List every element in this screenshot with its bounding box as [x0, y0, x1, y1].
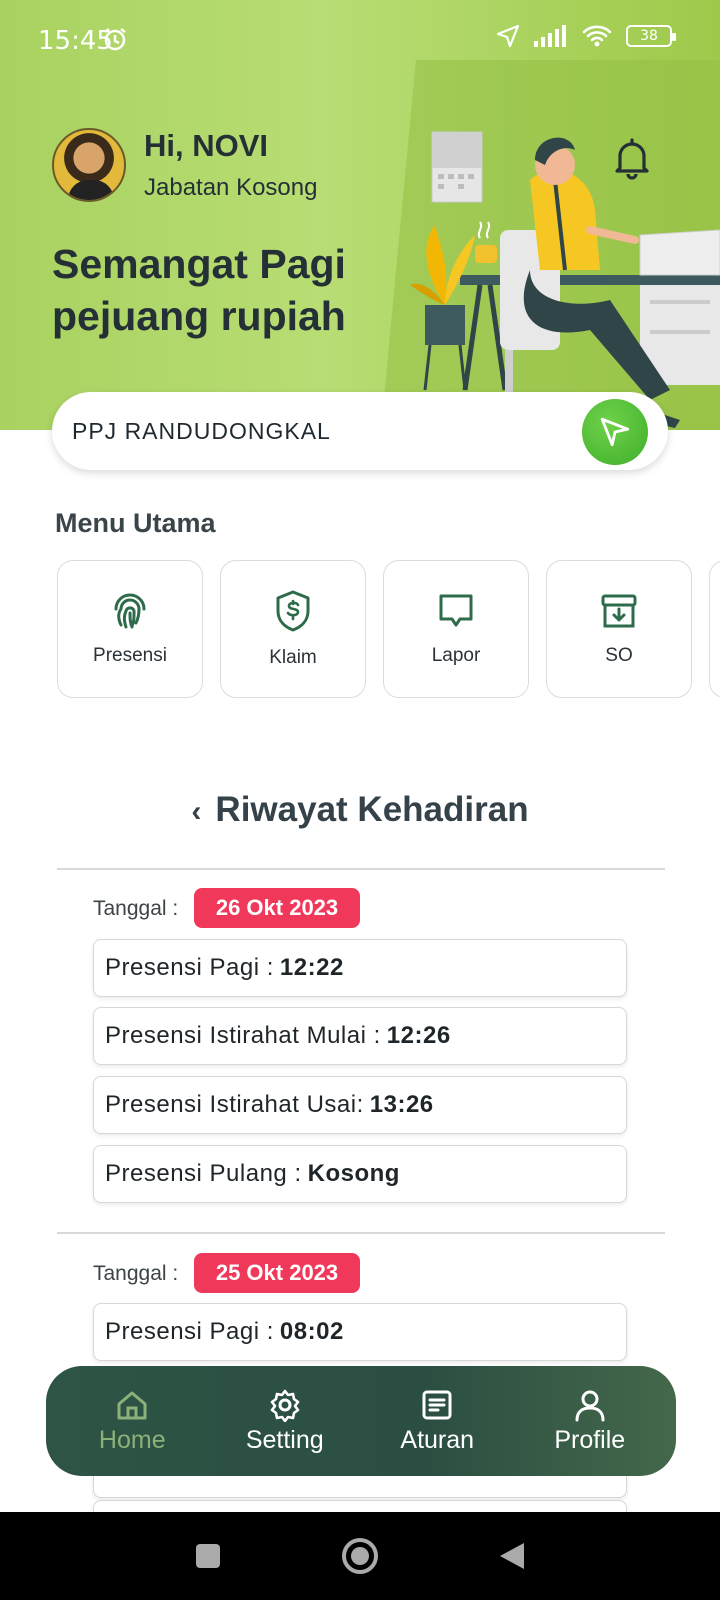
entry-label: Presensi Pulang : — [105, 1160, 302, 1187]
chevron-left-icon[interactable]: ‹ — [191, 795, 201, 829]
main-menu: Presensi Klaim Lapor SO — [57, 560, 720, 698]
attendance-entry: Presensi Pulang : Kosong — [93, 1145, 627, 1203]
entry-value: 12:26 — [386, 1022, 451, 1049]
home-icon — [117, 1391, 147, 1419]
menu-item-label: SO — [605, 645, 633, 666]
entry-value: 08:02 — [279, 1318, 344, 1345]
nav-home[interactable]: Home — [62, 1388, 202, 1455]
back-button-icon[interactable] — [498, 1541, 526, 1571]
archive-icon — [601, 594, 637, 628]
date-badge: 25 Okt 2023 — [194, 1253, 360, 1293]
send-arrow-icon — [600, 417, 630, 447]
nav-aturan[interactable]: Aturan — [367, 1388, 507, 1455]
headline-line-1: Semangat Pagi — [52, 241, 346, 287]
menu-item-klaim[interactable]: Klaim — [220, 560, 366, 698]
alarm-icon — [104, 28, 126, 51]
system-navigation-bar — [0, 1512, 720, 1600]
nav-setting[interactable]: Setting — [215, 1388, 355, 1455]
divider — [57, 1232, 665, 1234]
date-label: Tanggal : — [93, 897, 179, 920]
wifi-icon — [582, 25, 612, 47]
office-illustration — [410, 131, 720, 428]
attendance-entry: Presensi Istirahat Mulai : 12:26 — [93, 1007, 627, 1065]
home-button-icon[interactable] — [340, 1536, 380, 1576]
entry-label: Presensi Pagi : — [105, 954, 274, 981]
document-icon — [422, 1390, 452, 1419]
menu-item-so[interactable]: SO — [546, 560, 692, 698]
entry-label: Presensi Pagi : — [105, 1318, 274, 1345]
divider — [57, 868, 665, 870]
entry-value: 13:26 — [369, 1091, 434, 1118]
menu-item-label: Presensi — [93, 645, 167, 666]
menu-item-label: Klaim — [269, 647, 317, 668]
location-search-bar[interactable]: PPJ RANDUDONGKAL — [52, 392, 668, 470]
nav-label: Profile — [554, 1425, 626, 1454]
navigate-button[interactable] — [582, 399, 648, 465]
fingerprint-icon — [114, 593, 146, 629]
bottom-navigation: Home Setting Aturan Profile — [46, 1366, 676, 1476]
location-icon — [496, 24, 520, 48]
recents-button-icon[interactable] — [194, 1542, 222, 1570]
gear-icon — [270, 1389, 300, 1422]
menu-item-label: Lapor — [431, 645, 481, 666]
date-label: Tanggal : — [93, 1262, 179, 1285]
headline: Semangat Pagi pejuang rupiah — [52, 238, 346, 342]
headline-line-2: pejuang rupiah — [52, 293, 346, 339]
dollar-shield-icon — [276, 590, 310, 632]
user-icon — [575, 1390, 605, 1421]
entry-label: Presensi Istirahat Mulai : — [105, 1022, 381, 1049]
avatar[interactable] — [52, 128, 126, 202]
job-title: Jabatan Kosong — [144, 174, 318, 201]
entry-value: Kosong — [307, 1160, 400, 1187]
attendance-entry: Presensi Pagi : 08:02 — [93, 1303, 627, 1361]
signal-icon — [534, 25, 566, 47]
attendance-history-label: Riwayat Kehadiran — [215, 790, 529, 829]
entry-value: 12:22 — [279, 954, 344, 981]
chat-icon — [439, 594, 473, 627]
entry-label: Presensi Istirahat Usai: — [105, 1091, 364, 1118]
nav-label: Home — [98, 1425, 166, 1454]
greeting: Hi, NOVI — [144, 128, 269, 163]
header-banner: 15:45 38 Hi, NOVI Jabatan Kosong Semanga… — [0, 0, 720, 430]
attendance-entry: Presensi Istirahat Usai: 13:26 — [93, 1076, 627, 1134]
menu-item-more[interactable] — [709, 560, 720, 698]
nav-label: Setting — [245, 1425, 324, 1454]
notification-bell-icon[interactable] — [612, 136, 652, 180]
date-badge: 26 Okt 2023 — [194, 888, 360, 928]
status-bar: 15:45 38 — [0, 0, 720, 62]
nav-profile[interactable]: Profile — [520, 1388, 660, 1455]
attendance-history-title: ‹ Riwayat Kehadiran — [0, 790, 720, 830]
menu-item-presensi[interactable]: Presensi — [57, 560, 203, 698]
menu-item-lapor[interactable]: Lapor — [383, 560, 529, 698]
attendance-entry: Presensi Pagi : 12:22 — [93, 939, 627, 997]
menu-section-title: Menu Utama — [55, 508, 216, 538]
location-input-value[interactable]: PPJ RANDUDONGKAL — [72, 418, 331, 445]
nav-label: Aturan — [400, 1425, 475, 1454]
battery-indicator: 38 — [626, 25, 676, 47]
